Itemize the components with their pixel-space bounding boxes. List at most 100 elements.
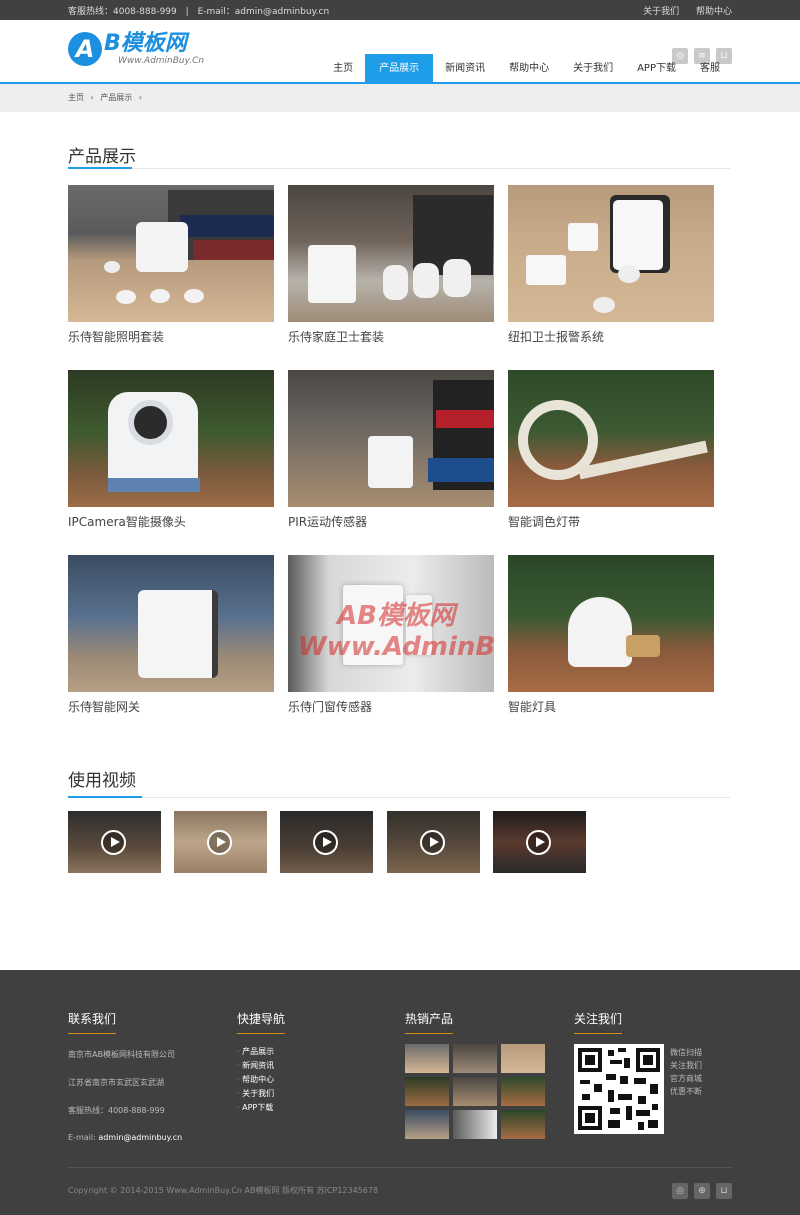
play-icon[interactable] [101,830,126,855]
video-thumb[interactable] [174,811,267,873]
product-image[interactable] [288,185,494,322]
logo-site: Www.AdminBuy.Cn [118,56,205,66]
footer-quicknav-title: 快捷导航 [237,1012,286,1026]
hot-product-thumb[interactable] [453,1077,497,1106]
video-thumb[interactable] [68,811,161,873]
section-divider [68,167,730,169]
product-name[interactable]: 智能灯具 [508,698,714,715]
nav-service[interactable]: 客服 [688,54,732,82]
footer-quicknav: 快捷导航 产品展示 新闻资讯 帮助中心 关于我们 APP下载 [237,1010,285,1113]
hot-product-thumb[interactable] [405,1077,449,1106]
nav-home[interactable]: 主页 [313,54,365,82]
email-label: E-mail: [68,1133,96,1142]
product-name[interactable]: 乐侍智能照明套装 [68,328,274,345]
product-image[interactable] [508,370,714,507]
nav-products[interactable]: 产品展示 [365,54,434,82]
hot-product-thumb[interactable] [453,1044,497,1073]
product-card[interactable]: 智能调色灯带 [508,370,714,530]
product-image[interactable] [68,370,274,507]
footer-nav-link[interactable]: APP下载 [237,1102,285,1113]
tencent-icon[interactable]: ⊕ [694,1183,710,1199]
video-thumb[interactable] [387,811,480,873]
logo-text: B模板网 Www.AdminBuy.Cn [104,32,205,67]
footer-nav-link[interactable]: 帮助中心 [237,1074,285,1085]
product-name[interactable]: 智能调色灯带 [508,513,714,530]
cart-icon[interactable]: ⊔ [716,1183,732,1199]
product-name[interactable]: 乐侍门窗传感器 [288,698,494,715]
footer-nav-link[interactable]: 新闻资讯 [237,1060,285,1071]
hot-product-thumb[interactable] [501,1110,545,1139]
footer-follow: 关注我们 [574,1010,622,1034]
product-image[interactable]: AB模板网 Www.AdminBuy.Cn [288,555,494,692]
divider: | [185,6,189,17]
breadcrumb-home[interactable]: 主页 [68,93,84,102]
follow-line: 优惠不断 [670,1087,702,1096]
hot-product-thumb[interactable] [501,1077,545,1106]
product-image[interactable] [68,555,274,692]
copyright: Copyright © 2014-2015 Www.AdminBuy.Cn AB… [68,1186,379,1195]
product-card[interactable]: IPCamera智能摄像头 [68,370,274,530]
video-thumb[interactable] [493,811,586,873]
product-card[interactable]: 智能灯具 [508,555,714,715]
product-image[interactable] [288,370,494,507]
breadcrumb-current[interactable]: 产品展示 [100,93,132,102]
play-icon[interactable] [313,830,338,855]
hotline-text: 客服热线：4008-888-999 [68,6,177,17]
nav-about[interactable]: 关于我们 [561,54,625,82]
play-icon[interactable] [526,830,551,855]
product-card[interactable]: AB模板网 Www.AdminBuy.Cn 乐侍门窗传感器 [288,555,494,715]
product-name[interactable]: 乐侍家庭卫士套装 [288,328,494,345]
nav-app[interactable]: APP下载 [625,54,688,82]
qr-code-graphic [578,1048,660,1130]
product-card[interactable]: 乐侍智能照明套装 [68,185,274,345]
hot-product-thumb[interactable] [405,1044,449,1073]
follow-line: 关注我们 [670,1061,702,1070]
company-hotline: 客服热线：4008-888-999 [68,1106,165,1115]
site-logo[interactable]: A B模板网 Www.AdminBuy.Cn [68,32,204,66]
footer-contact-title: 联系我们 [68,1012,117,1026]
company-name: 南京市AB模板网科技有限公司 [68,1050,175,1059]
video-thumb[interactable] [280,811,373,873]
footer-contact: 联系我们 南京市AB模板网科技有限公司 江苏省南京市玄武区玄武湖 客服热线：40… [68,1010,182,1142]
main-nav: 主页 产品展示 新闻资讯 帮助中心 关于我们 APP下载 客服 [313,54,732,82]
top-bar: 客服热线：4008-888-999 | E-mail：admin@adminbu… [0,0,800,20]
logo-mark: A [68,32,102,66]
product-image[interactable] [508,555,714,692]
email-link[interactable]: admin@adminbuy.cn [98,1133,182,1142]
breadcrumb-sep: › [90,93,94,102]
product-image[interactable] [508,185,714,322]
follow-line: 官方商城 [670,1074,702,1083]
nav-help[interactable]: 帮助中心 [497,54,561,82]
hot-product-thumb[interactable] [405,1110,449,1139]
footer-hot-title: 热销产品 [405,1012,454,1026]
product-card[interactable]: 纽扣卫士报警系统 [508,185,714,345]
play-icon[interactable] [420,830,445,855]
hot-product-thumb[interactable] [453,1110,497,1139]
product-name[interactable]: PIR运动传感器 [288,513,494,530]
top-link-about[interactable]: 关于我们 [643,7,679,17]
product-name[interactable]: 纽扣卫士报警系统 [508,328,714,345]
product-image[interactable] [68,185,274,322]
product-name[interactable]: 乐侍智能网关 [68,698,274,715]
breadcrumb-sep: › [138,93,143,102]
product-name[interactable]: IPCamera智能摄像头 [68,513,274,530]
footer-icons: ◎ ⊕ ⊔ [672,1183,732,1199]
play-icon[interactable] [207,830,232,855]
nav-news[interactable]: 新闻资讯 [433,54,497,82]
product-card[interactable]: PIR运动传感器 [288,370,494,530]
product-card[interactable]: 乐侍家庭卫士套装 [288,185,494,345]
footer-nav-link[interactable]: 产品展示 [237,1046,285,1057]
company-address: 江苏省南京市玄武区玄武湖 [68,1078,164,1087]
footer-nav-link[interactable]: 关于我们 [237,1088,285,1099]
hot-product-thumb[interactable] [501,1044,545,1073]
email-text: E-mail：admin@adminbuy.cn [197,6,330,17]
section-title-videos: 使用视频 [68,771,136,791]
weibo-icon[interactable]: ◎ [672,1183,688,1199]
footer-follow-title: 关注我们 [574,1012,623,1026]
top-contact: 客服热线：4008-888-999 | E-mail：admin@adminbu… [68,4,329,17]
qr-code [574,1044,664,1134]
product-card[interactable]: 乐侍智能网关 [68,555,274,715]
watermark: AB模板网 Www.AdminBuy.Cn [298,601,494,662]
top-link-help[interactable]: 帮助中心 [696,7,732,17]
title-underline [237,1033,285,1034]
